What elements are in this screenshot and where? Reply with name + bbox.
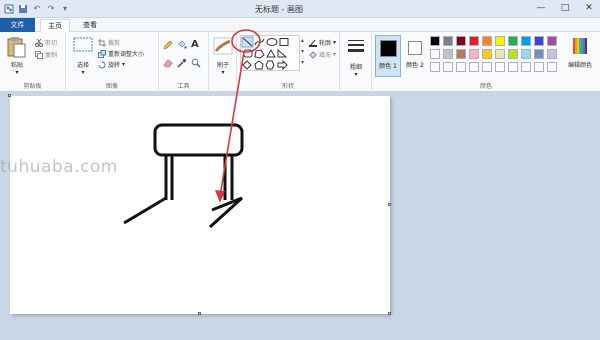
annotation-circle bbox=[231, 29, 261, 53]
annotation-overlay bbox=[215, 29, 261, 203]
annotation-arrow-line bbox=[219, 51, 245, 197]
annotation-arrow-head bbox=[215, 190, 225, 203]
